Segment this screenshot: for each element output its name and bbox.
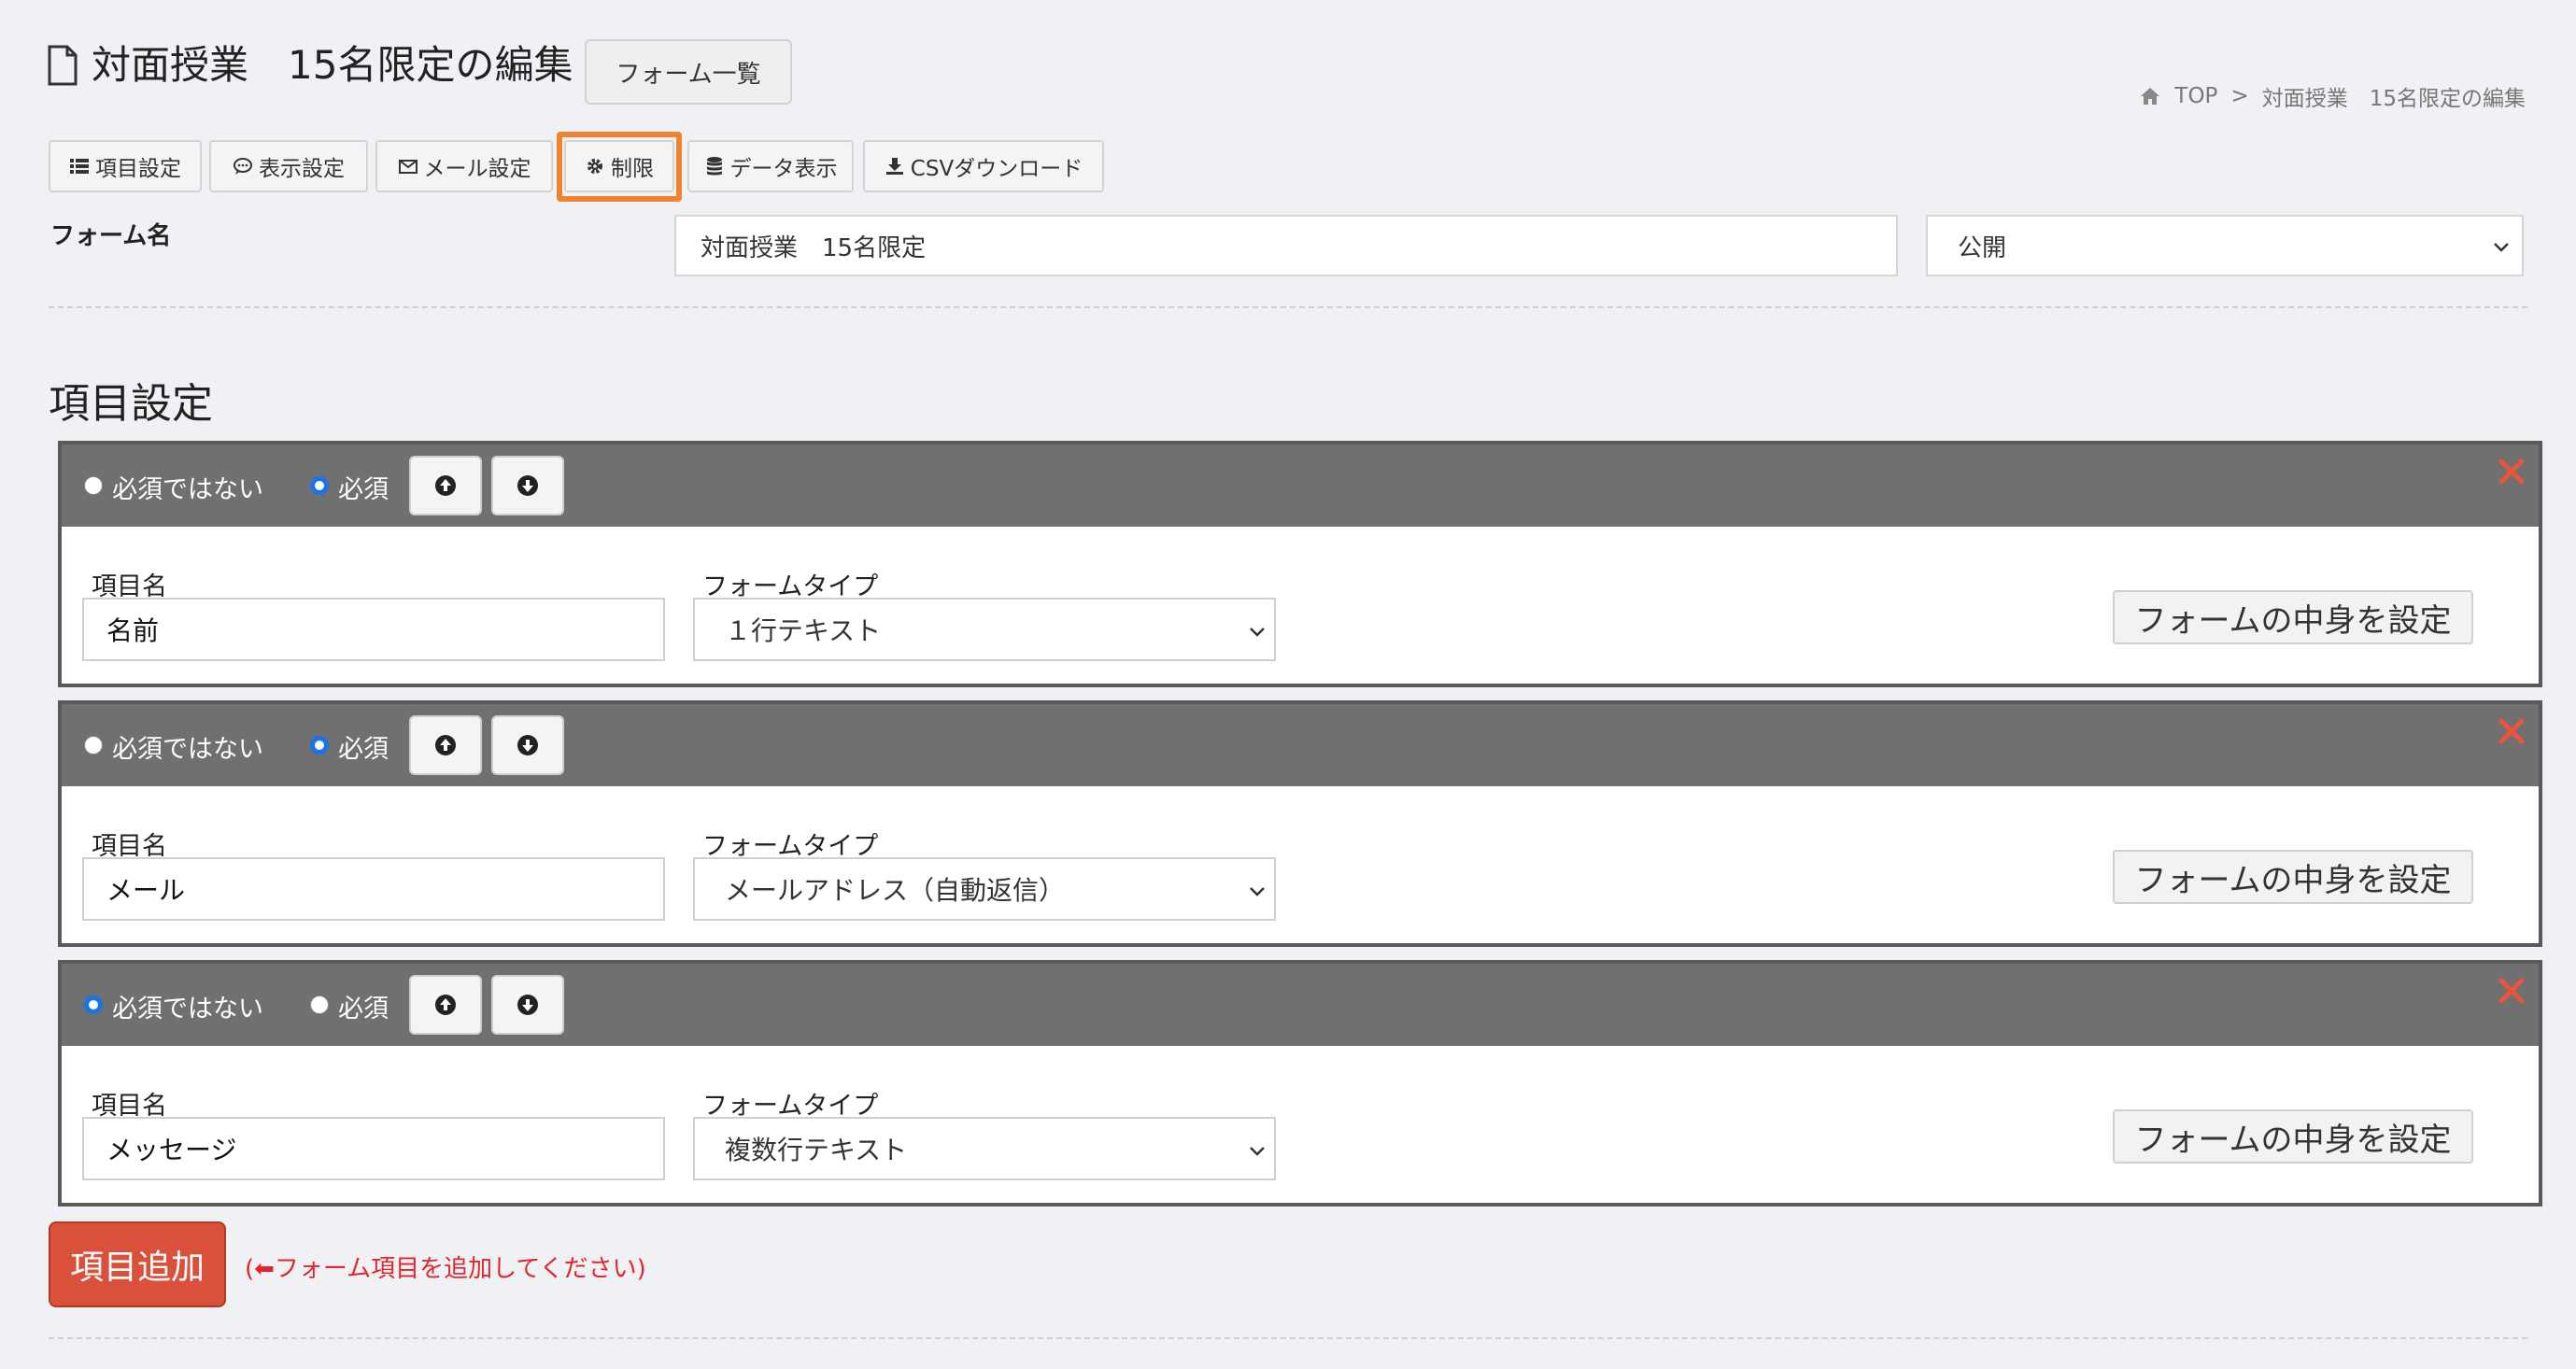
chevron-down-icon	[1250, 628, 1265, 637]
move-down-button[interactable]	[491, 975, 564, 1035]
item-header: 必須ではない 必須	[62, 964, 2539, 1046]
tab-label: メール設定	[423, 157, 531, 181]
database-icon	[706, 157, 722, 176]
arrow-circle-up-icon	[435, 475, 456, 496]
item-name-input[interactable]: 名前	[82, 598, 665, 661]
tab-display-settings[interactable]: 表示設定	[209, 140, 368, 192]
radio-required[interactable]	[310, 995, 329, 1014]
delete-item-icon[interactable]	[2498, 977, 2526, 1005]
list-icon	[70, 159, 89, 174]
radio-not-required-label: 必須ではない	[112, 995, 263, 1023]
radio-required[interactable]	[310, 476, 329, 495]
add-item-hint: (⬅フォーム項目を追加してください)	[245, 1255, 646, 1283]
tab-label: データ表示	[729, 157, 838, 181]
form-item-card: 必須ではない 必須 項目名 フォームタイプ 名前 １行テキスト フォームの中身を…	[58, 441, 2542, 687]
radio-not-required[interactable]	[84, 736, 103, 755]
active-tab-highlight	[557, 132, 682, 202]
radio-not-required[interactable]	[84, 476, 103, 495]
form-type-select[interactable]: 複数行テキスト	[693, 1117, 1276, 1180]
arrow-circle-up-icon	[435, 995, 456, 1015]
form-type-value: 複数行テキスト	[725, 1135, 908, 1165]
arrow-circle-down-icon	[517, 995, 538, 1015]
form-name-input[interactable]: 対面授業 15名限定	[674, 215, 1898, 276]
move-up-button[interactable]	[409, 975, 482, 1035]
home-icon[interactable]	[2139, 86, 2161, 106]
item-name-input[interactable]: メッセージ	[82, 1117, 665, 1180]
form-list-button[interactable]: フォーム一覧	[585, 39, 792, 105]
move-down-button[interactable]	[491, 456, 564, 515]
breadcrumb-separator: >	[2230, 84, 2249, 108]
divider	[49, 306, 2527, 308]
tab-label: 表示設定	[259, 157, 345, 181]
tab-item-settings[interactable]: 項目設定	[49, 140, 202, 192]
breadcrumb-current: 対面授業 15名限定の編集	[2261, 87, 2526, 111]
move-up-button[interactable]	[409, 456, 482, 515]
item-header: 必須ではない 必須	[62, 704, 2539, 786]
configure-content-button[interactable]: フォームの中身を設定	[2113, 590, 2473, 644]
radio-not-required-label: 必須ではない	[112, 735, 263, 764]
download-icon	[885, 158, 903, 175]
tab-mail-settings[interactable]: メール設定	[375, 140, 553, 192]
form-name-label: フォーム名	[50, 222, 172, 250]
section-title: 項目設定	[49, 380, 213, 428]
comment-icon	[234, 158, 252, 175]
delete-item-icon[interactable]	[2498, 717, 2526, 745]
radio-not-required-label: 必須ではない	[112, 475, 263, 504]
page-title: 対面授業 15名限定の編集	[92, 42, 573, 88]
chevron-down-icon	[1250, 887, 1265, 896]
tab-label: CSVダウンロード	[910, 157, 1083, 181]
chevron-down-icon	[1250, 1147, 1265, 1156]
item-header: 必須ではない 必須	[62, 445, 2539, 527]
tab-data-view[interactable]: データ表示	[687, 140, 854, 192]
radio-required-label: 必須	[338, 995, 389, 1023]
radio-not-required[interactable]	[84, 995, 103, 1014]
move-up-button[interactable]	[409, 715, 482, 775]
form-type-select[interactable]: メールアドレス（自動返信）	[693, 857, 1276, 921]
form-item-card: 必須ではない 必須 項目名 フォームタイプ メール メールアドレス（自動返信） …	[58, 700, 2542, 947]
csv-download-button[interactable]: CSVダウンロード	[863, 140, 1104, 192]
form-type-value: メールアドレス（自動返信）	[725, 875, 1066, 906]
form-type-value: １行テキスト	[725, 615, 882, 646]
publish-status-select[interactable]: 公開	[1926, 215, 2524, 276]
configure-content-button[interactable]: フォームの中身を設定	[2113, 850, 2473, 904]
radio-required-label: 必須	[338, 735, 389, 764]
breadcrumb-home[interactable]: TOP	[2174, 84, 2217, 108]
breadcrumb: TOP > 対面授業 15名限定の編集	[2139, 80, 2526, 112]
document-icon	[48, 45, 78, 86]
divider	[49, 1337, 2527, 1339]
arrow-circle-up-icon	[435, 735, 456, 755]
envelope-icon	[398, 160, 418, 174]
form-item-card: 必須ではない 必須 項目名 フォームタイプ メッセージ 複数行テキスト フォーム…	[58, 960, 2542, 1207]
chevron-down-icon	[2494, 243, 2509, 252]
publish-status-value: 公開	[1958, 233, 2007, 262]
radio-required[interactable]	[310, 736, 329, 755]
arrow-circle-down-icon	[517, 475, 538, 496]
arrow-circle-down-icon	[517, 735, 538, 755]
form-type-select[interactable]: １行テキスト	[693, 598, 1276, 661]
add-item-button[interactable]: 項目追加	[49, 1221, 226, 1307]
tab-label: 項目設定	[95, 157, 181, 181]
configure-content-button[interactable]: フォームの中身を設定	[2113, 1109, 2473, 1164]
delete-item-icon[interactable]	[2498, 458, 2526, 486]
item-name-input[interactable]: メール	[82, 857, 665, 921]
radio-required-label: 必須	[338, 475, 389, 504]
move-down-button[interactable]	[491, 715, 564, 775]
